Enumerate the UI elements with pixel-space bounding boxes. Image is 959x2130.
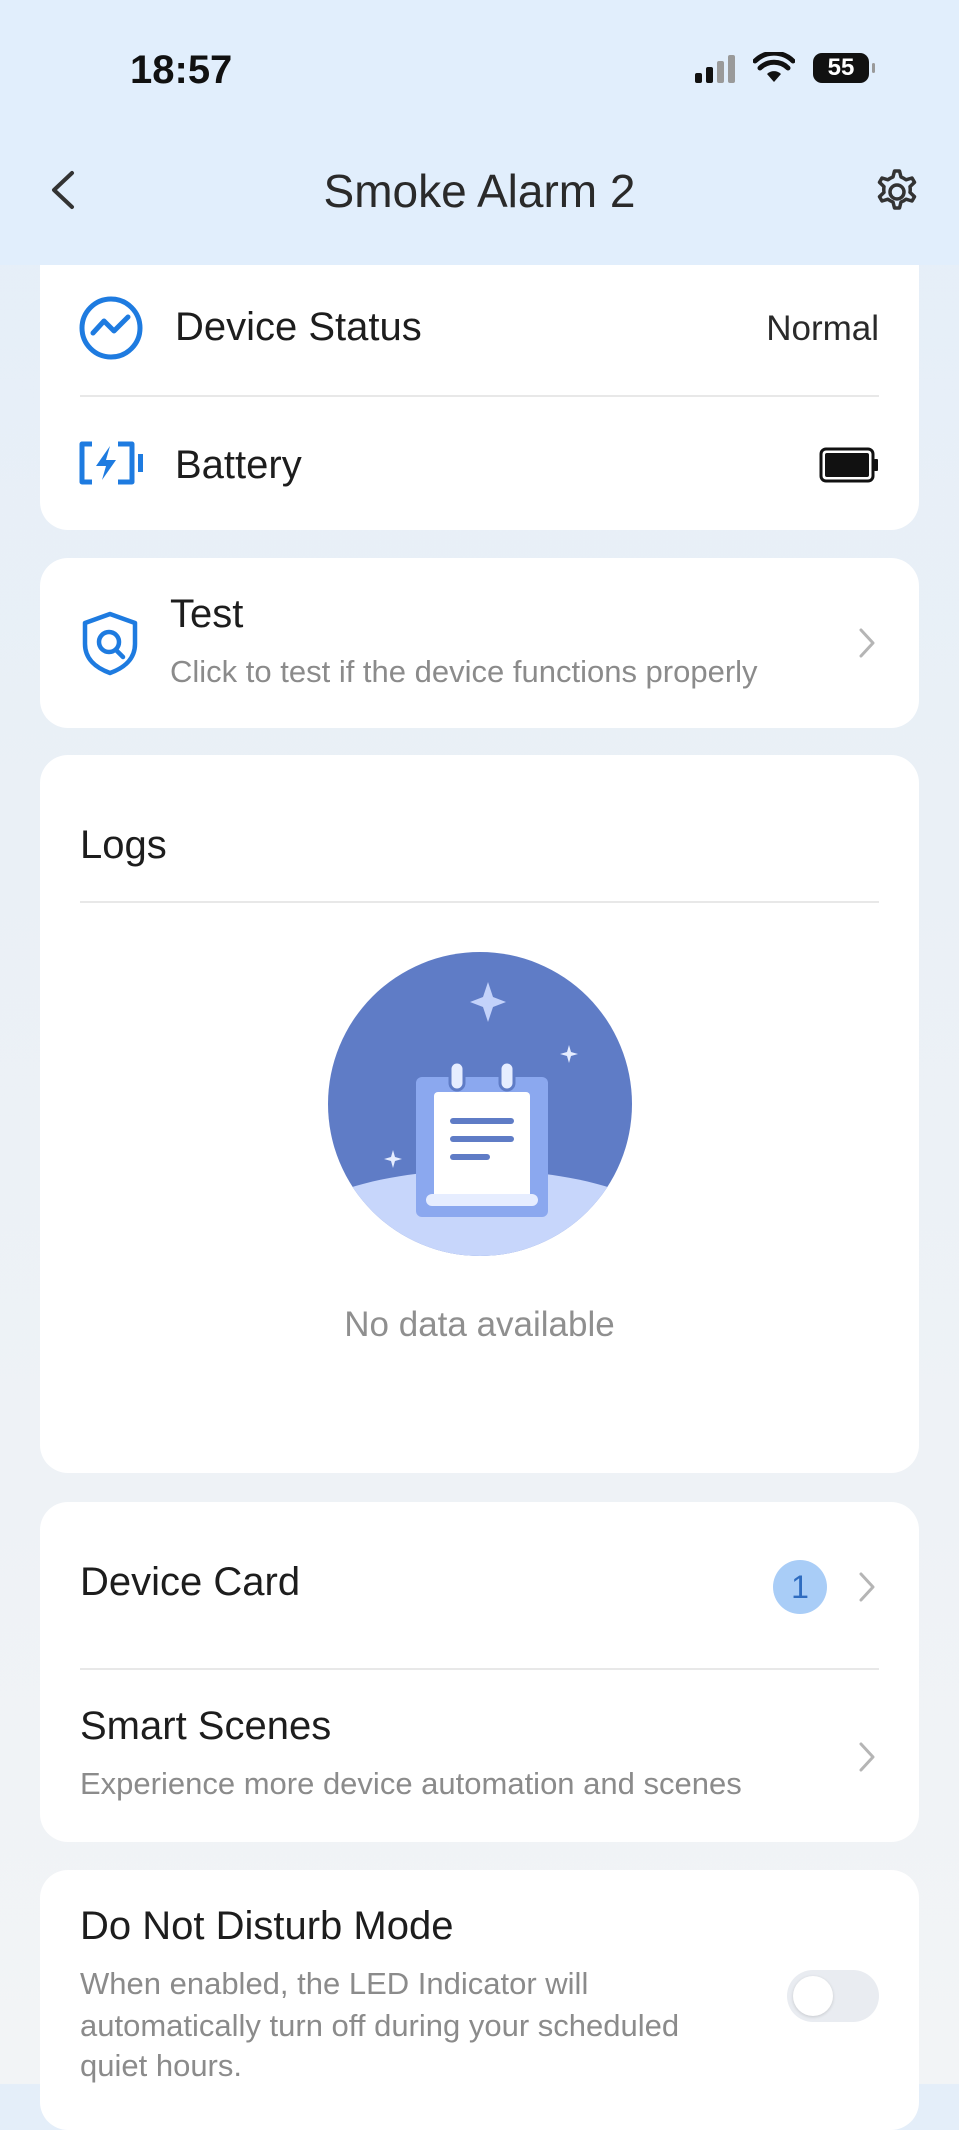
cellular-signal-icon [695, 53, 735, 83]
test-subtitle: Click to test if the device functions pr… [170, 654, 758, 689]
divider [80, 395, 879, 397]
header-bar: 18:57 55 Smoke Alarm 2 [0, 0, 959, 265]
chevron-right-icon [859, 1742, 875, 1772]
smart-scenes-row[interactable]: Smart Scenes Experience more device auto… [40, 1670, 919, 1842]
do-not-disturb-card: Do Not Disturb Mode When enabled, the LE… [40, 1870, 919, 2130]
empty-logs-illustration [328, 952, 632, 1256]
dnd-description-line-2: automatically turn off during your sched… [80, 2008, 680, 2043]
smart-scenes-label: Smart Scenes [80, 1704, 332, 1748]
dnd-toggle[interactable] [787, 1970, 879, 2022]
dnd-description-line-3: quiet hours. [80, 2048, 242, 2083]
battery-label: Battery [175, 443, 302, 487]
logs-empty-text: No data available [344, 1305, 615, 1344]
logs-title: Logs [80, 823, 167, 867]
device-card-row[interactable]: Device Card 1 [40, 1502, 919, 1672]
dnd-title: Do Not Disturb Mode [80, 1904, 454, 1948]
page-title: Smoke Alarm 2 [323, 165, 636, 217]
chevron-right-icon [859, 628, 875, 658]
test-title: Test [170, 592, 244, 636]
logs-card: Logs No data available [40, 755, 919, 1473]
device-status-value: Normal [766, 309, 879, 348]
battery-level-icon [819, 447, 878, 483]
status-time: 18:57 [130, 48, 233, 92]
test-card[interactable]: Test Click to test if the device functio… [40, 558, 919, 728]
device-status-icon [79, 296, 143, 360]
status-card: Device Status Normal Battery [40, 235, 919, 530]
battery-charging-icon [79, 441, 143, 485]
device-card-badge: 1 [773, 1560, 827, 1614]
settings-gear-icon[interactable] [869, 164, 925, 220]
links-card: Device Card 1 Smart Scenes Experience mo… [40, 1502, 919, 1842]
shield-search-icon [82, 611, 138, 676]
divider [80, 901, 879, 903]
smart-scenes-subtitle: Experience more device automation and sc… [80, 1766, 742, 1801]
dnd-description-line-1: When enabled, the LED Indicator will [80, 1966, 589, 2001]
chevron-right-icon [859, 1572, 875, 1602]
dnd-toggle-knob [793, 1976, 833, 2016]
battery-status-icon: 55 [813, 53, 875, 83]
status-icons: 55 [695, 52, 875, 84]
wifi-icon [753, 52, 795, 82]
device-status-label: Device Status [175, 305, 422, 349]
device-card-label: Device Card [80, 1560, 301, 1604]
